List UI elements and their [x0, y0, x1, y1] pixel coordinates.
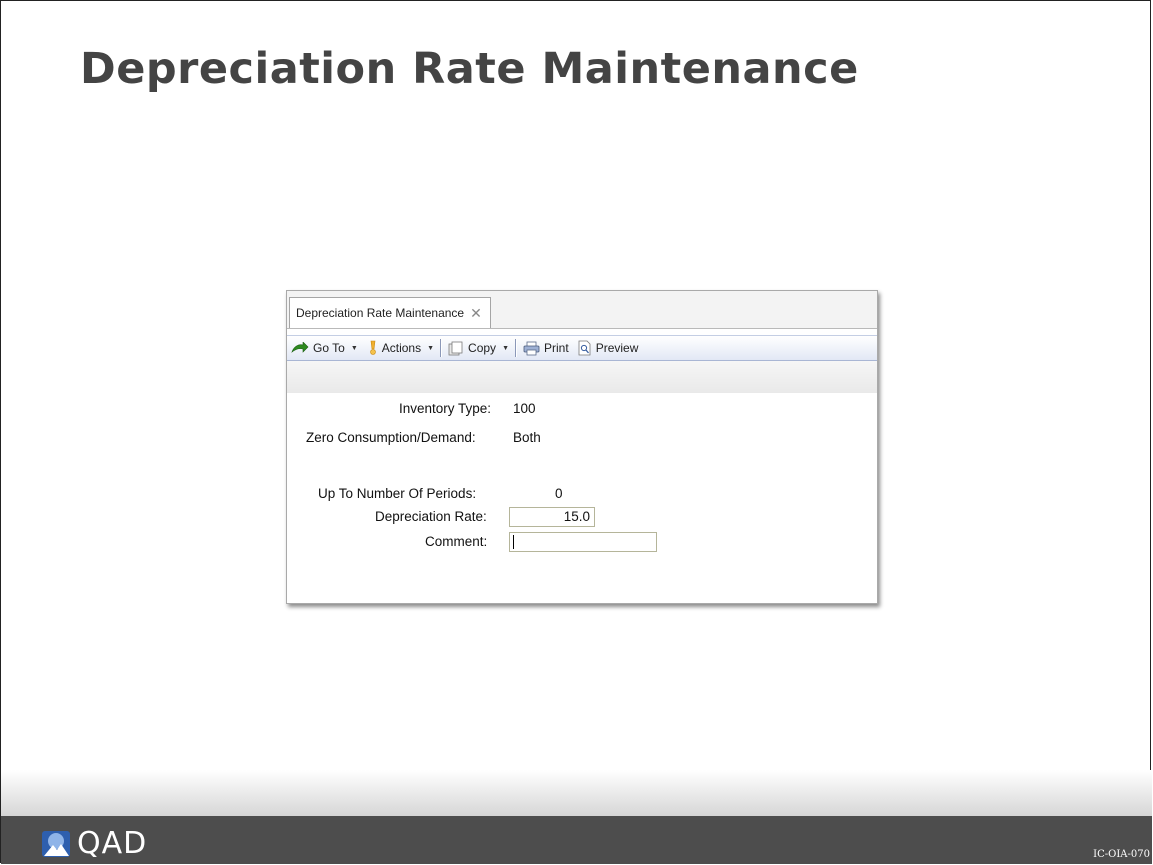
up-to-periods-value: 0	[555, 486, 563, 501]
actions-icon	[369, 340, 376, 355]
copy-label: Copy	[468, 341, 497, 355]
chevron-down-icon: ▼	[427, 344, 435, 352]
printer-icon	[523, 341, 540, 355]
qad-logo-icon	[42, 830, 70, 857]
inventory-type-value: 100	[513, 401, 536, 416]
actions-label: Actions	[381, 341, 422, 355]
copy-button[interactable]: Copy ▼	[444, 336, 513, 360]
comment-label: Comment:	[425, 534, 488, 549]
footer-fade	[1, 770, 1152, 816]
go-to-button[interactable]: Go To ▼	[287, 336, 362, 360]
depreciation-rate-label: Depreciation Rate:	[375, 509, 487, 524]
up-to-periods-label: Up To Number Of Periods:	[318, 486, 477, 501]
print-button[interactable]: Print	[519, 336, 573, 360]
depreciation-rate-input[interactable]: 15.0	[509, 507, 595, 527]
logo-text: QAD	[77, 826, 148, 861]
toolbar-separator	[515, 339, 517, 357]
text-cursor	[513, 535, 514, 549]
go-to-label: Go To	[313, 341, 345, 355]
tab-bar: Depreciation Rate Maintenance ✕	[287, 291, 877, 329]
close-icon[interactable]: ✕	[470, 306, 482, 320]
go-to-arrow-icon	[291, 342, 309, 353]
qad-logo: QAD	[41, 826, 147, 861]
chevron-down-icon: ▼	[502, 344, 509, 352]
document-code: IC-OIA-070	[1093, 849, 1150, 860]
footer-bar: QAD IC-OIA-070	[1, 816, 1152, 864]
sub-toolbar	[287, 361, 877, 393]
app-window: Depreciation Rate Maintenance ✕ Go To ▼ …	[286, 290, 878, 604]
preview-icon	[578, 340, 591, 356]
inventory-type-label: Inventory Type:	[399, 401, 492, 416]
copy-icon	[448, 341, 463, 355]
toolbar: Go To ▼ Actions ▼ Copy ▼ Print Preview	[287, 335, 877, 361]
tab-label: Depreciation Rate Maintenance	[296, 306, 465, 320]
zero-consumption-label: Zero Consumption/Demand:	[306, 430, 476, 445]
slide-title: Depreciation Rate Maintenance	[80, 44, 859, 94]
actions-button[interactable]: Actions ▼	[362, 336, 438, 360]
preview-label: Preview	[595, 341, 639, 355]
toolbar-separator	[440, 339, 443, 357]
chevron-down-icon: ▼	[350, 344, 358, 352]
tab-depreciation-rate-maintenance[interactable]: Depreciation Rate Maintenance ✕	[289, 297, 491, 328]
comment-input[interactable]	[509, 532, 657, 552]
zero-consumption-value: Both	[513, 430, 541, 445]
preview-button[interactable]: Preview	[573, 336, 643, 360]
print-label: Print	[544, 341, 569, 355]
